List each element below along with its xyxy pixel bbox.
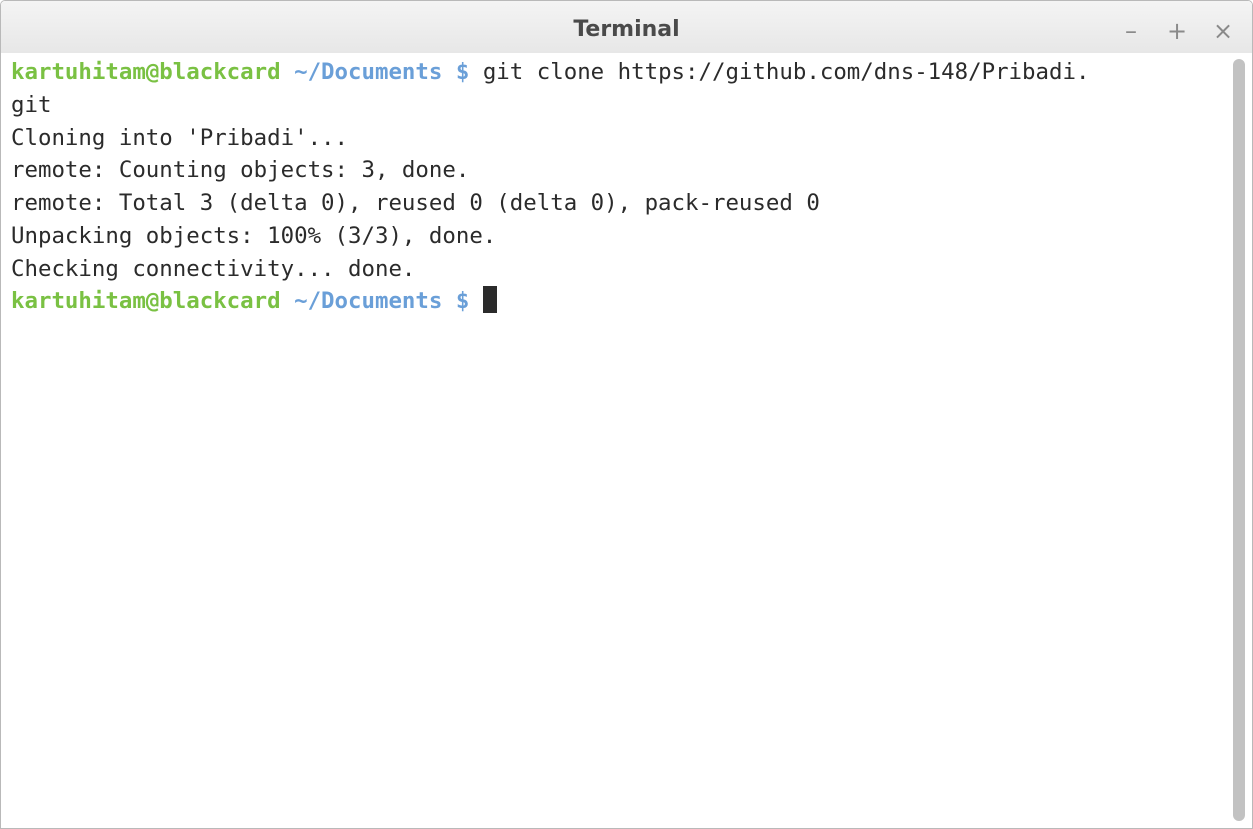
title-bar[interactable]: Terminal – + × (1, 1, 1252, 53)
output-line: Checking connectivity... done. (11, 255, 416, 282)
output-line: remote: Total 3 (delta 0), reused 0 (del… (11, 190, 820, 216)
prompt-user: kartuhitam@blackcard (11, 59, 281, 85)
window-title: Terminal (573, 17, 680, 42)
prompt-path: ~/Documents $ (280, 288, 483, 315)
close-button[interactable]: × (1212, 13, 1234, 49)
output-line: Unpacking objects: 100% (3/3), done. (11, 222, 497, 249)
prompt-path: ~/Documents $ (280, 59, 483, 85)
command-text: git clone https://github.com/dns-148/Pri… (482, 59, 1090, 85)
terminal-window: Terminal – + × kartuhitam@blackcard ~/Do… (0, 0, 1253, 829)
current-prompt-line: kartuhitam@blackcard ~/Documents $ (11, 285, 1228, 318)
output-line: Cloning into 'Pribadi'... (11, 124, 349, 151)
minimize-button[interactable]: – (1120, 13, 1142, 49)
terminal-output[interactable]: kartuhitam@blackcard ~/Documents $ git c… (1, 53, 1228, 828)
wrapped-command-line: git (11, 91, 52, 118)
prompt-user: kartuhitam@blackcard (11, 288, 281, 315)
window-controls: – + × (1120, 13, 1234, 49)
output-line: remote: Counting objects: 3, done. (11, 157, 470, 184)
prompt-line: kartuhitam@blackcard ~/Documents $ git c… (11, 56, 1228, 89)
scrollbar-thumb[interactable] (1233, 59, 1245, 821)
vertical-scrollbar[interactable] (1228, 53, 1252, 828)
maximize-button[interactable]: + (1166, 13, 1188, 49)
text-cursor (482, 286, 497, 314)
